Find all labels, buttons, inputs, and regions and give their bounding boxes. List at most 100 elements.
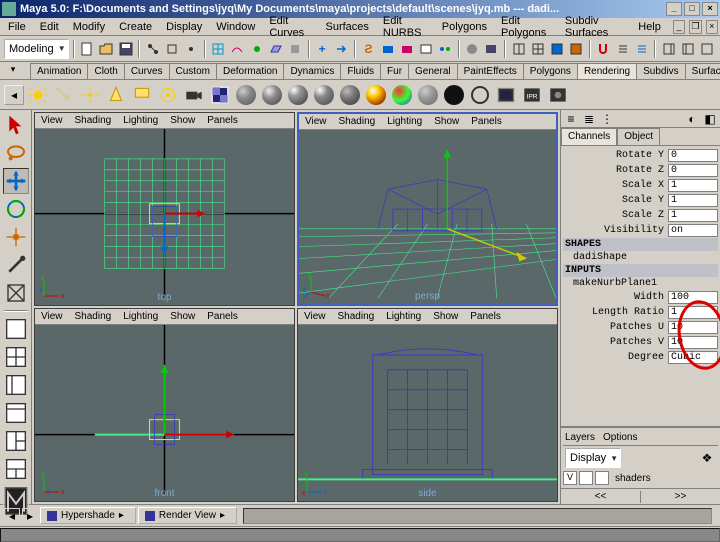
shelf-tab-dynamics[interactable]: Dynamics: [283, 63, 341, 79]
menu-edit-curves[interactable]: Edit Curves: [263, 14, 317, 40]
attr-editor-toggle-button[interactable]: [679, 39, 696, 59]
menu-modify[interactable]: Modify: [67, 20, 111, 34]
menu-create[interactable]: Create: [113, 20, 158, 34]
menu-display[interactable]: Display: [160, 20, 208, 34]
doc-restore-button[interactable]: ❐: [689, 20, 701, 34]
tool-settings-toggle-button[interactable]: [699, 39, 716, 59]
menu-window[interactable]: Window: [210, 20, 261, 34]
select-object-button[interactable]: [163, 39, 180, 59]
viewport-front[interactable]: View Shading Lighting Show Panels xyz: [34, 308, 295, 502]
viewport-side[interactable]: View Shading Lighting Show Panels: [297, 308, 558, 502]
list-output-button[interactable]: [633, 39, 650, 59]
attr-value[interactable]: 1: [668, 179, 718, 192]
channel-close-icon[interactable]: ◧: [702, 112, 718, 126]
range-slider[interactable]: [0, 528, 720, 542]
viewport-canvas[interactable]: xzy top: [35, 129, 294, 305]
single-view-button[interactable]: [3, 316, 29, 342]
channel-box-toggle-button[interactable]: [660, 39, 677, 59]
vp-menu-view[interactable]: View: [37, 115, 67, 126]
layers-tab[interactable]: Layers: [565, 432, 595, 443]
shelf-tab-general[interactable]: General: [408, 63, 458, 79]
viewport-canvas[interactable]: zyx side: [298, 325, 557, 501]
shelf-tab-fur[interactable]: Fur: [380, 63, 409, 79]
make-live-button[interactable]: [286, 39, 303, 59]
camera-icon[interactable]: [182, 83, 206, 107]
hypershade-tab[interactable]: Hypershade▸: [40, 507, 136, 524]
vp-menu-view[interactable]: View: [37, 311, 67, 322]
maximize-button[interactable]: □: [684, 2, 700, 16]
shelf-tab-cloth[interactable]: Cloth: [87, 63, 124, 79]
doc-close-button[interactable]: ×: [706, 20, 718, 34]
layout-b-button[interactable]: [3, 400, 29, 426]
vp-menu-lighting[interactable]: Lighting: [382, 311, 425, 322]
shelf-tab-fluids[interactable]: Fluids: [340, 63, 381, 79]
light-area-icon[interactable]: [130, 83, 154, 107]
quick-layout-2-button[interactable]: [529, 39, 546, 59]
snap-point-button[interactable]: [248, 39, 265, 59]
viewport-canvas[interactable]: xyz persp: [299, 130, 556, 304]
vp-menu-show[interactable]: Show: [166, 311, 199, 322]
show-hypergraph-button[interactable]: [437, 39, 454, 59]
layout-d-button[interactable]: [3, 456, 29, 482]
viewport-canvas[interactable]: xyz front: [35, 325, 294, 501]
menu-edit-nurbs[interactable]: Edit NURBS: [377, 14, 434, 40]
render-globals-icon[interactable]: [546, 83, 570, 107]
select-component-button[interactable]: [183, 39, 200, 59]
snap-plane-button[interactable]: [267, 39, 284, 59]
channel-list2-icon[interactable]: ≣: [581, 112, 597, 126]
shelf-tab-deformation[interactable]: Deformation: [216, 63, 284, 79]
list-input-button[interactable]: [614, 39, 631, 59]
shelf-tab-subdivs[interactable]: Subdivs: [636, 63, 686, 79]
attr-value[interactable]: 1: [668, 194, 718, 207]
channel-list-icon[interactable]: ≡: [563, 112, 579, 126]
layer-row[interactable]: V shaders: [563, 470, 718, 486]
mode-dropdown[interactable]: Modeling: [4, 39, 69, 59]
layered-ball-icon[interactable]: [364, 83, 388, 107]
ipr-render-button[interactable]: [398, 39, 415, 59]
channel-opts-icon[interactable]: ◐: [684, 112, 700, 126]
attr-value[interactable]: 1: [668, 209, 718, 222]
surface-ball-icon[interactable]: [442, 83, 466, 107]
menu-subdiv[interactable]: Subdiv Surfaces: [559, 14, 630, 40]
panel-scroll-right[interactable]: ▸: [22, 508, 38, 524]
phonge-ball-icon[interactable]: [312, 83, 336, 107]
new-layer-button[interactable]: ❖: [698, 450, 716, 466]
layer-name[interactable]: shaders: [611, 473, 651, 484]
vp-menu-show[interactable]: Show: [429, 311, 462, 322]
attr-value[interactable]: 10: [668, 321, 718, 334]
input-name[interactable]: makeNurbPlane1: [563, 277, 718, 290]
vp-menu-shading[interactable]: Shading: [335, 116, 380, 127]
doc-minimize-button[interactable]: _: [673, 20, 685, 34]
shelf-dropdown-button[interactable]: ◂: [4, 85, 24, 105]
show-hypershade-button[interactable]: [464, 39, 481, 59]
vp-menu-show[interactable]: Show: [430, 116, 463, 127]
shelf-tab-rendering[interactable]: Rendering: [577, 63, 637, 79]
history-toggle-button[interactable]: +: [314, 39, 331, 59]
menu-help[interactable]: Help: [632, 20, 667, 34]
shelf-menu-button[interactable]: ▾: [2, 62, 24, 76]
light-directional-icon[interactable]: [52, 83, 76, 107]
menu-polygons[interactable]: Polygons: [436, 20, 493, 34]
select-tool[interactable]: [3, 112, 29, 138]
attr-value[interactable]: 0: [668, 164, 718, 177]
vp-menu-show[interactable]: Show: [166, 115, 199, 126]
show-visor-button[interactable]: [483, 39, 500, 59]
light-spot-icon[interactable]: [104, 83, 128, 107]
layer-visibility-toggle[interactable]: V: [563, 471, 577, 485]
anisotropic-ball-icon[interactable]: [338, 83, 362, 107]
magnet-icon[interactable]: [595, 39, 612, 59]
panel-scroll-left[interactable]: ◂: [4, 508, 20, 524]
attr-value[interactable]: 100: [668, 291, 718, 304]
phong-ball-icon[interactable]: [286, 83, 310, 107]
attr-value[interactable]: 0: [668, 149, 718, 162]
last-tool[interactable]: [3, 280, 29, 306]
scale-tool[interactable]: [3, 224, 29, 250]
rotate-tool[interactable]: [3, 196, 29, 222]
save-scene-button[interactable]: [117, 39, 134, 59]
shelf-tab-polygons[interactable]: Polygons: [523, 63, 578, 79]
layers-options-tab[interactable]: Options: [603, 432, 637, 443]
vp-menu-view[interactable]: View: [301, 116, 331, 127]
quick-layout-4-button[interactable]: [568, 39, 585, 59]
light-volume-icon[interactable]: [156, 83, 180, 107]
vp-menu-lighting[interactable]: Lighting: [119, 115, 162, 126]
